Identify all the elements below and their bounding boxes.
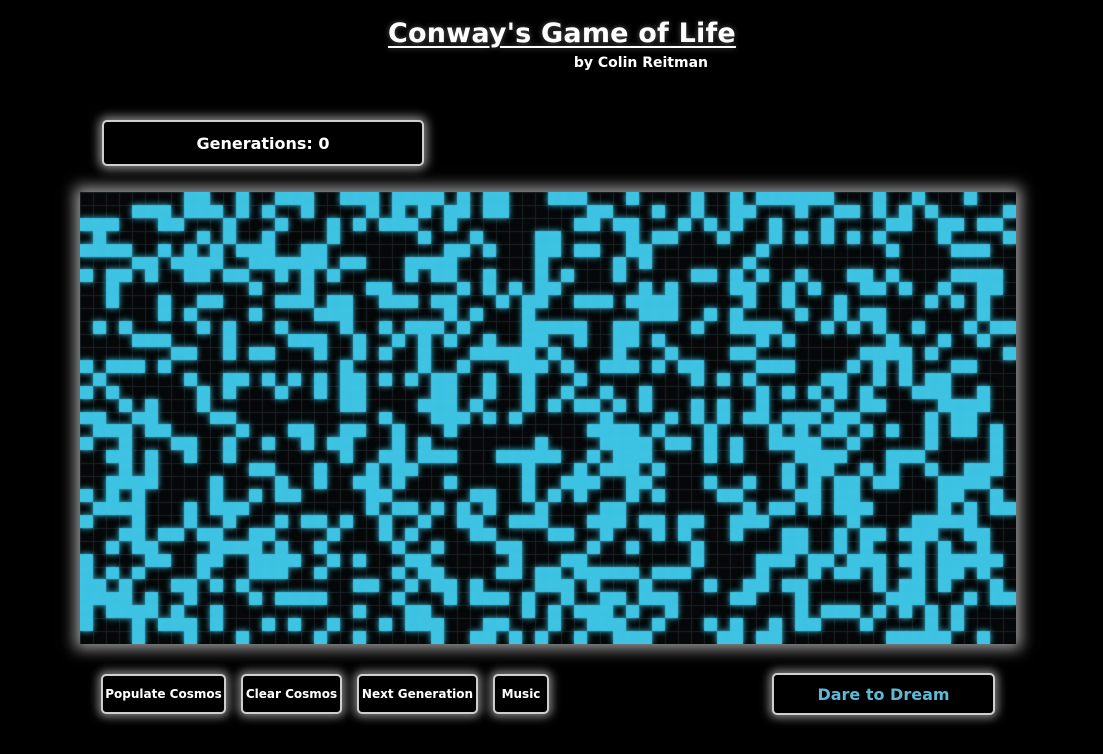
generation-counter-label: Generations: 0 <box>196 133 330 153</box>
generation-counter: Generations: 0 <box>102 120 424 166</box>
author-byline: by Colin Reitman <box>573 55 708 71</box>
dare-to-dream-button[interactable]: Dare to Dream <box>772 673 995 715</box>
game-board[interactable] <box>80 192 1016 644</box>
header: Conway's Game of Life by Colin Reitman <box>388 18 736 71</box>
populate-cosmos-button[interactable]: Populate Cosmos <box>101 674 226 714</box>
cell-grid[interactable] <box>80 192 1016 644</box>
game-page: Conway's Game of Life by Colin Reitman G… <box>0 0 1103 754</box>
music-button[interactable]: Music <box>493 674 549 714</box>
next-generation-button[interactable]: Next Generation <box>357 674 478 714</box>
page-title: Conway's Game of Life <box>388 18 736 49</box>
clear-cosmos-button[interactable]: Clear Cosmos <box>241 674 342 714</box>
